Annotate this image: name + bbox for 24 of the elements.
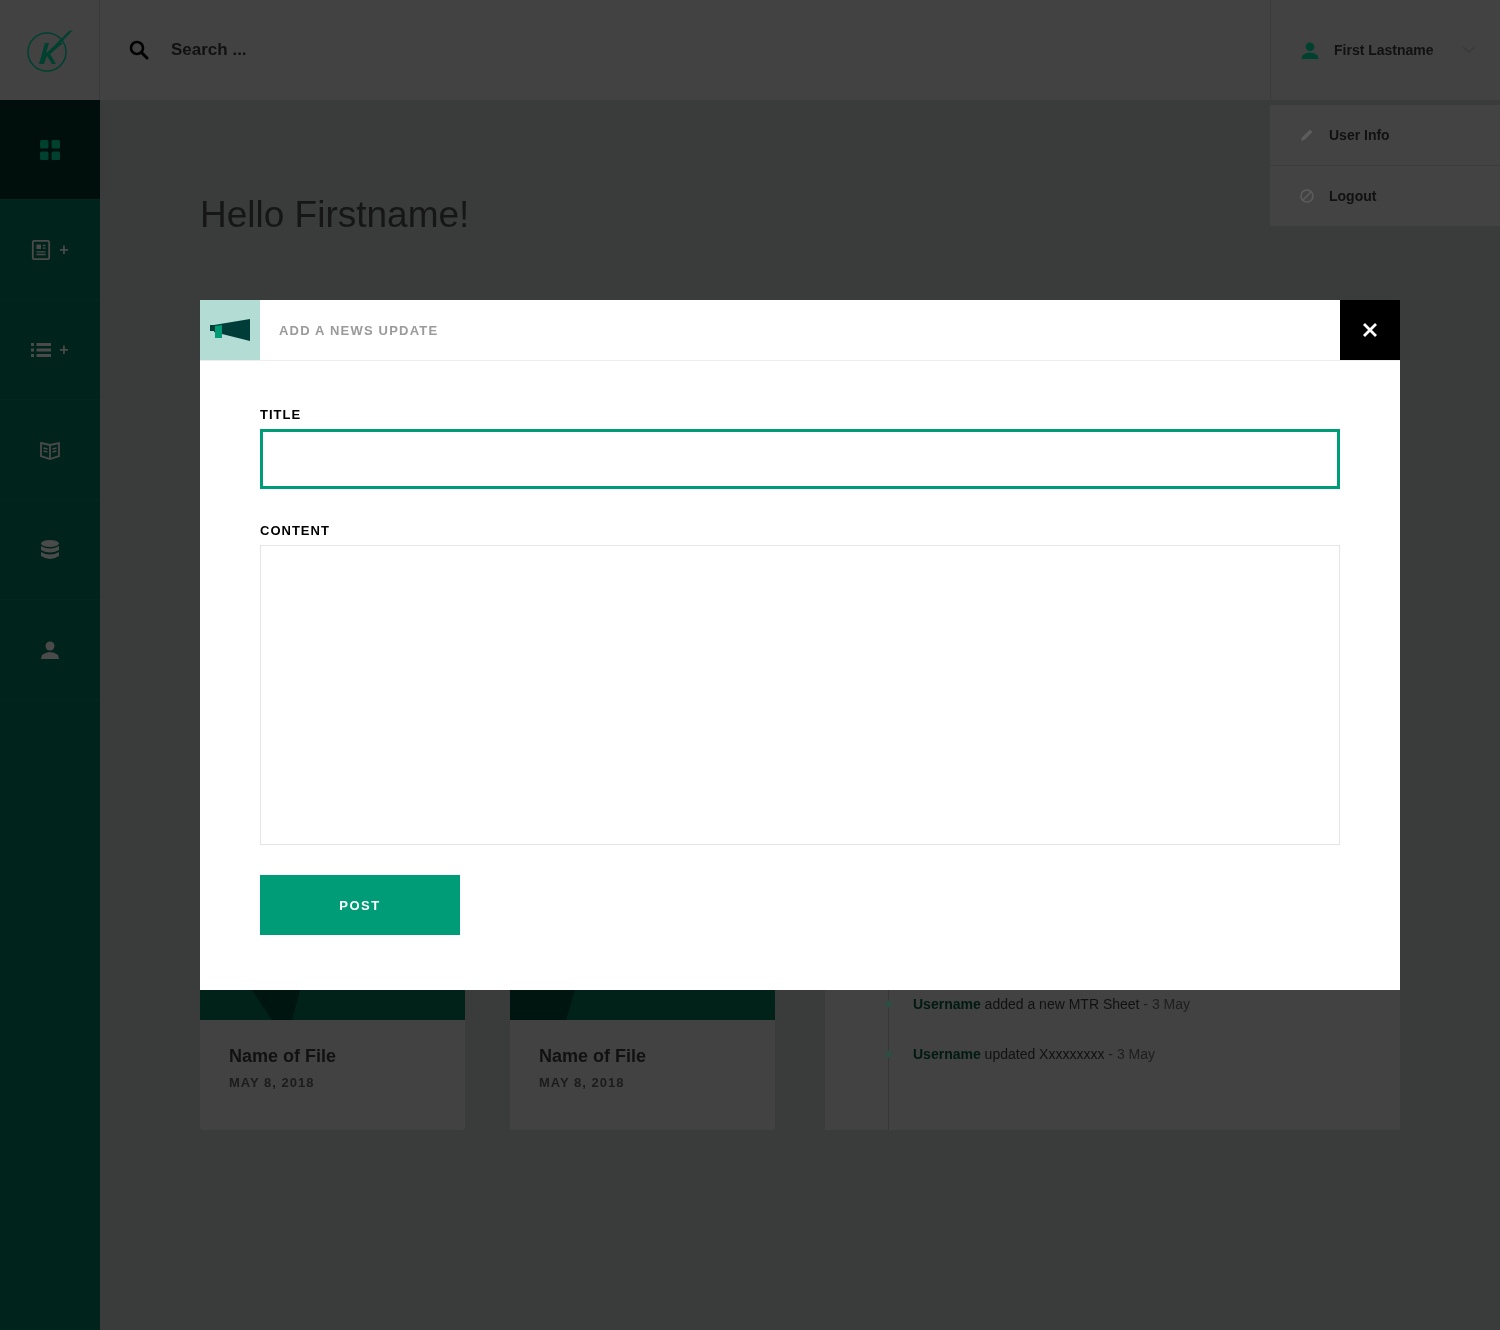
plus-sign: + xyxy=(59,240,69,259)
content-textarea[interactable] xyxy=(260,545,1340,845)
prohibited-icon xyxy=(1300,189,1314,203)
close-button[interactable] xyxy=(1340,300,1400,360)
plus-sign: + xyxy=(59,340,69,359)
book-icon xyxy=(40,439,60,460)
field-label: TITLE xyxy=(260,407,303,422)
database-icon xyxy=(40,539,60,560)
field-label: CONTENT xyxy=(260,523,331,538)
user-icon xyxy=(40,639,60,660)
grid-icon xyxy=(40,139,60,160)
sidebar-item[interactable]: + xyxy=(0,200,100,300)
user-icon xyxy=(1300,40,1320,60)
search-icon[interactable] xyxy=(129,40,149,60)
post-button[interactable]: POST xyxy=(260,875,460,935)
close-icon xyxy=(1362,322,1378,338)
sidebar-item[interactable]: + xyxy=(0,300,100,400)
sidebar-item[interactable] xyxy=(0,100,100,200)
modal-title: ADD A NEWS UPDATE xyxy=(279,322,439,338)
document-icon xyxy=(31,239,52,260)
logo-icon[interactable] xyxy=(24,27,75,73)
megaphone-icon xyxy=(210,318,250,342)
pencil-icon xyxy=(1300,128,1314,142)
title-input[interactable] xyxy=(260,429,1340,489)
